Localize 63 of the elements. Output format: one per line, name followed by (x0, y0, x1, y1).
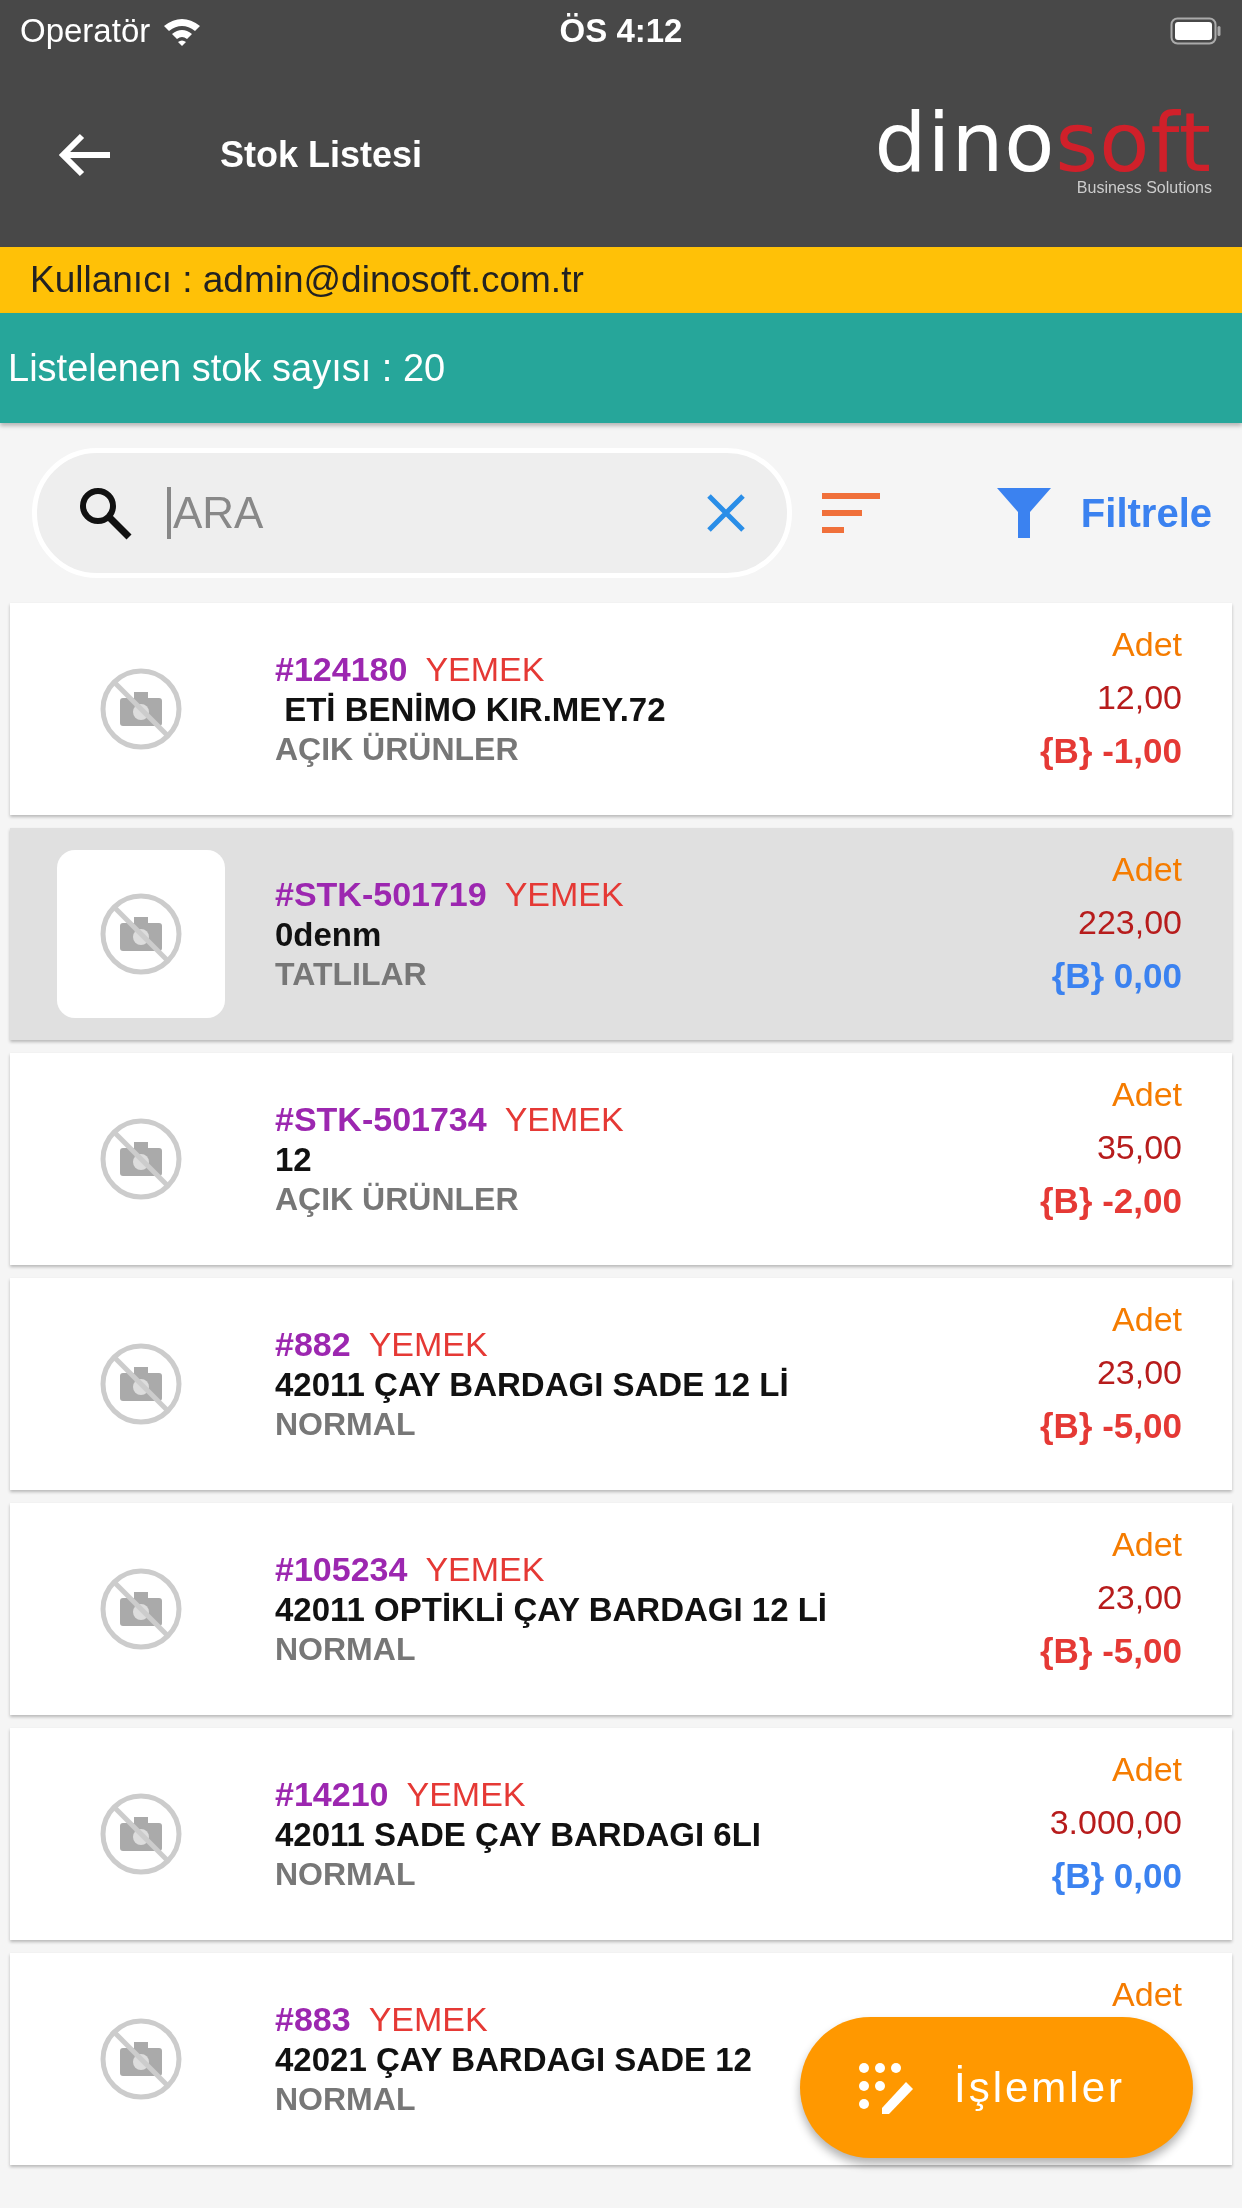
logo-tagline: Business Solutions (1076, 179, 1212, 198)
stock-code: #882 (275, 1325, 351, 1364)
screen-title: Stok Listesi (220, 133, 424, 176)
stock-group: YEMEK (406, 1775, 526, 1814)
user-banner: Kullanıcı : admin@dinosoft.com.tr (0, 247, 1242, 313)
stock-name: 42021 ÇAY BARDAGI SADE 12 (275, 2041, 752, 2079)
stock-quantity: 3.000,00 (1049, 1803, 1182, 1842)
stock-card[interactable]: #882 YEMEK 42011 ÇAY BARDAGI SADE 12 Lİ NORMAL Adet 23,00 {B} -5,00 (10, 1278, 1232, 1490)
stock-card[interactable]: #STK-501734 YEMEK 12 AÇIK ÜRÜNLER Adet 35,00 {B} -2,00 (10, 1053, 1232, 1265)
stock-name: 0denm (275, 916, 382, 954)
stock-quantity: 223,00 (1078, 903, 1182, 942)
stock-card[interactable]: #STK-501719 YEMEK 0denm TATLILAR Adet 223,00 {B} 0,00 (10, 828, 1232, 1040)
stock-count-banner: Listelenen stok sayısı : 20 (0, 313, 1242, 423)
search-input[interactable]: ARA (167, 487, 671, 539)
stock-unit: Adet (1112, 1525, 1182, 1564)
stock-category: AÇIK ÜRÜNLER (275, 731, 519, 768)
stock-name: ETİ BENİMO KIR.MEY.72 (283, 691, 666, 729)
stock-balance: {B} -5,00 (1039, 1406, 1182, 1446)
stock-code: #14210 (275, 1775, 389, 1814)
stock-code: #STK-501719 (275, 875, 487, 914)
stock-code: #124180 (275, 650, 408, 689)
stock-unit: Adet (1112, 1300, 1182, 1339)
stock-group: YEMEK (504, 875, 624, 914)
stock-group: YEMEK (425, 650, 545, 689)
stock-category: NORMAL (275, 1631, 416, 1668)
stock-card[interactable]: #14210 YEMEK 42011 SADE ÇAY BARDAGI 6LI NORMAL Adet 3.000,00 {B} 0,00 (10, 1728, 1232, 1940)
logo-text: dino (874, 103, 1056, 182)
stock-code: #105234 (275, 1550, 408, 1589)
search-field[interactable]: ARA (32, 448, 792, 578)
stock-category: TATLILAR (275, 956, 427, 993)
stock-category: NORMAL (275, 2081, 416, 2118)
stock-card[interactable]: #124180 YEMEK ETİ BENİMO KIR.MEY.72 AÇIK ÜRÜNLER Adet 12,00 {B} -1,00 (10, 603, 1232, 815)
clock-time: ÖS 4:12 (559, 12, 683, 50)
stock-unit: Adet (1112, 1750, 1182, 1789)
stock-balance: {B} -1,00 (1039, 731, 1182, 771)
stock-balance: {B} 0,00 (1051, 1856, 1182, 1896)
stock-code: #883 (275, 2000, 351, 2039)
stock-name: 42011 OPTİKLİ ÇAY BARDAGI 12 Lİ (275, 1591, 828, 1629)
stock-unit: Adet (1112, 625, 1182, 664)
stock-name: 12 (275, 1141, 312, 1179)
stock-category: AÇIK ÜRÜNLER (275, 1181, 519, 1218)
stock-quantity: 23,00 (1096, 1578, 1182, 1617)
stock-card[interactable]: #105234 YEMEK 42011 OPTİKLİ ÇAY BARDAGI 12 Lİ NORMAL Adet 23,00 {B} -5,00 (10, 1503, 1232, 1715)
stock-name: 42011 SADE ÇAY BARDAGI 6LI (275, 1816, 762, 1854)
stock-unit: Adet (1112, 1975, 1182, 2014)
stock-unit: Adet (1112, 1075, 1182, 1114)
stock-quantity: 12,00 (1096, 678, 1182, 717)
stock-group: YEMEK (368, 2000, 488, 2039)
stock-group: YEMEK (425, 1550, 545, 1589)
stock-group: YEMEK (368, 1325, 488, 1364)
stock-balance: {B} -2,00 (1039, 1181, 1182, 1221)
stock-quantity: 23,00 (1096, 1353, 1182, 1392)
stock-balance: {B} -5,00 (1039, 1631, 1182, 1671)
stock-group: YEMEK (504, 1100, 624, 1139)
stock-unit: Adet (1112, 850, 1182, 889)
stock-quantity: 35,00 (1096, 1128, 1182, 1167)
stock-category: NORMAL (275, 1856, 416, 1893)
logo-text: soft (1055, 103, 1212, 182)
carrier-name: Operatör (20, 12, 151, 50)
stock-category: NORMAL (275, 1406, 416, 1443)
stock-balance: {B} 0,00 (1051, 956, 1182, 996)
stock-code: #STK-501734 (275, 1100, 487, 1139)
stock-name: 42011 ÇAY BARDAGI SADE 12 Lİ (275, 1366, 789, 1404)
